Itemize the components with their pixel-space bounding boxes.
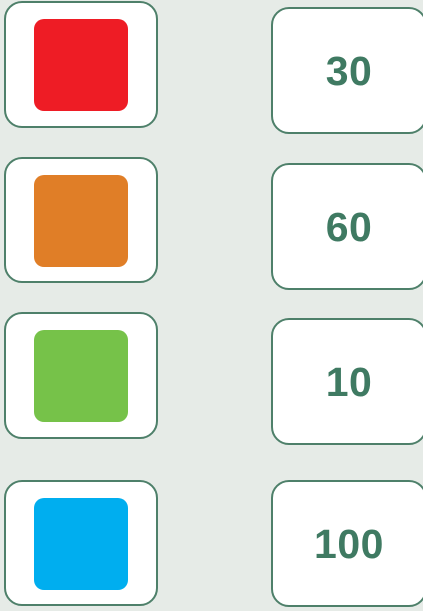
number-tile-100[interactable]: 100 <box>271 480 423 607</box>
number-tile-30[interactable]: 30 <box>271 7 423 134</box>
red-swatch <box>34 19 128 111</box>
color-tile-green[interactable] <box>4 312 158 439</box>
color-tile-blue[interactable] <box>4 480 158 606</box>
blue-swatch <box>34 498 128 590</box>
color-tile-orange[interactable] <box>4 157 158 283</box>
color-tile-red[interactable] <box>4 1 158 128</box>
number-label: 30 <box>325 48 373 94</box>
number-label: 10 <box>325 359 373 405</box>
number-label: 60 <box>325 204 373 250</box>
green-swatch <box>34 330 128 422</box>
number-tile-60[interactable]: 60 <box>271 163 423 290</box>
number-label: 100 <box>314 521 384 567</box>
number-tile-10[interactable]: 10 <box>271 318 423 445</box>
orange-swatch <box>34 175 128 267</box>
